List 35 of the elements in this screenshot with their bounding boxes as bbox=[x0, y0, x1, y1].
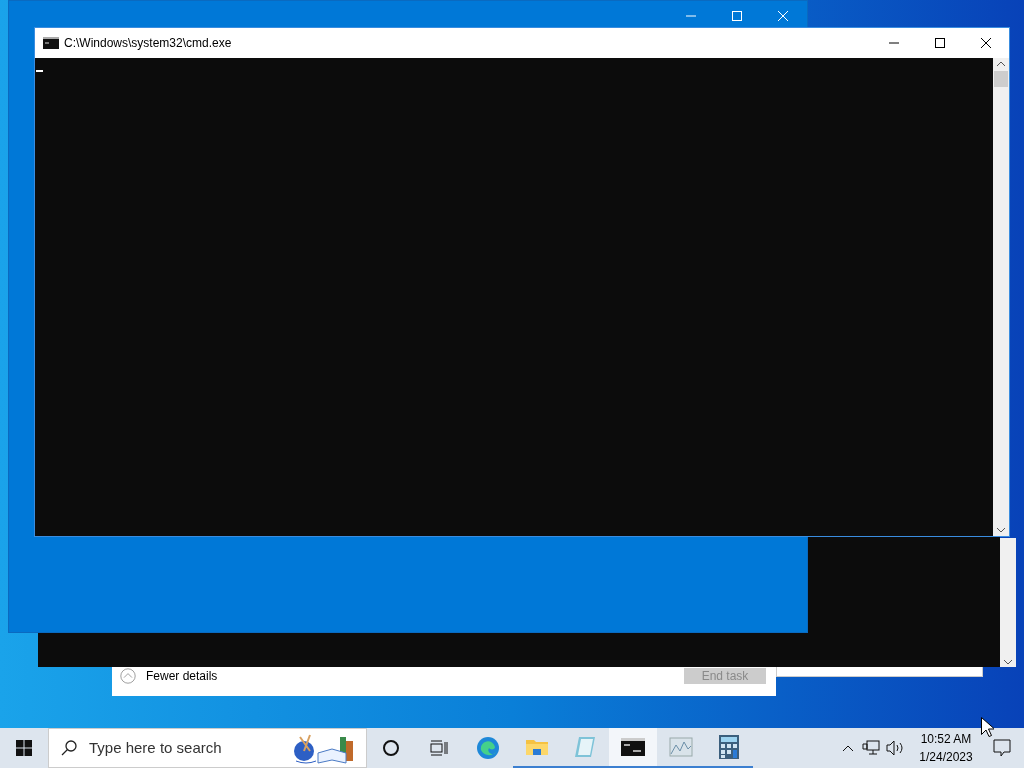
windows-logo-icon bbox=[16, 740, 32, 756]
clock-time: 10:52 AM bbox=[920, 731, 972, 748]
chevron-down-icon[interactable] bbox=[996, 527, 1006, 533]
pointer-icon bbox=[981, 717, 994, 737]
taskbar-app-button[interactable] bbox=[609, 728, 657, 768]
console-icon bbox=[621, 738, 645, 756]
search-field[interactable]: Type here to search bbox=[48, 728, 367, 768]
maximize-icon bbox=[732, 11, 742, 21]
window-title: C:\Windows\system32\cmd.exe bbox=[64, 35, 232, 52]
folder-icon bbox=[525, 737, 549, 757]
speaker-icon[interactable] bbox=[886, 740, 904, 756]
calculator-icon bbox=[719, 735, 739, 759]
search-placeholder: Type here to search bbox=[89, 737, 222, 758]
circle-icon bbox=[383, 740, 399, 756]
search-icon bbox=[61, 740, 77, 756]
speech-bubble-icon bbox=[993, 739, 1011, 757]
close-icon bbox=[981, 38, 991, 48]
collapse-icon[interactable] bbox=[120, 668, 136, 684]
task-view-icon bbox=[430, 740, 448, 756]
swirl-icon bbox=[476, 736, 500, 760]
chart-icon bbox=[669, 737, 693, 757]
fewer-details-link[interactable]: Fewer details bbox=[146, 669, 218, 683]
chevron-down-icon[interactable] bbox=[1003, 659, 1013, 665]
clock-date: 1/24/2023 bbox=[919, 749, 973, 766]
clock[interactable]: 10:52 AM 1/24/2023 bbox=[912, 730, 980, 766]
close-icon bbox=[778, 11, 788, 21]
scroll-thumb[interactable] bbox=[994, 71, 1008, 87]
console-icon bbox=[43, 37, 59, 49]
scrollbar[interactable] bbox=[1000, 538, 1016, 667]
chevron-up-icon[interactable] bbox=[842, 744, 854, 752]
network-icon[interactable] bbox=[862, 740, 880, 756]
notepad-icon bbox=[573, 736, 597, 758]
maximize-icon bbox=[935, 38, 945, 48]
scrollbar[interactable] bbox=[993, 58, 1009, 536]
chevron-up-icon[interactable] bbox=[996, 61, 1006, 67]
